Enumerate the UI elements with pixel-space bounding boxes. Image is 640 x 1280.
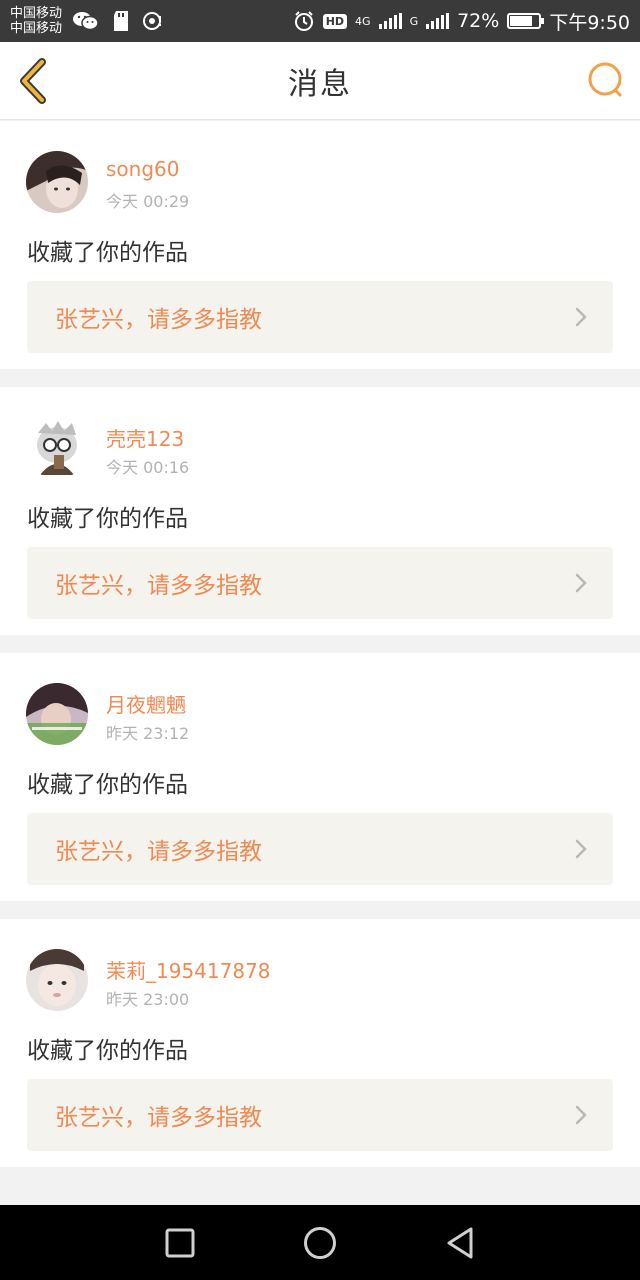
timestamp: 昨天 23:12 xyxy=(106,724,190,743)
avatar[interactable] xyxy=(26,683,88,745)
app-header: 消息 xyxy=(0,42,640,120)
back-nav-button[interactable] xyxy=(440,1223,480,1263)
network-4g: 4G xyxy=(355,14,371,28)
wechat-icon xyxy=(73,12,99,31)
timestamp: 昨天 23:00 xyxy=(106,990,190,1009)
username[interactable]: 茉莉_195417878 xyxy=(106,955,271,984)
chevron-right-icon xyxy=(575,307,587,327)
battery-icon xyxy=(507,13,545,29)
page-title: 消息 xyxy=(288,66,352,102)
back-button[interactable] xyxy=(14,56,58,106)
work-title: 张艺兴，请多多指教 xyxy=(55,307,262,333)
avatar[interactable] xyxy=(26,417,88,479)
carrier-2: 中国移动 xyxy=(10,21,63,36)
action-text: 收藏了你的作品 xyxy=(27,1038,188,1064)
username[interactable]: 月夜魍魉 xyxy=(106,689,186,718)
chevron-right-icon xyxy=(575,839,587,859)
avatar[interactable] xyxy=(26,151,88,213)
message-card: 壳壳123 今天 00:16 收藏了你的作品 张艺兴，请多多指教 xyxy=(0,387,640,635)
username[interactable]: 壳壳123 xyxy=(106,423,184,452)
circle-icon xyxy=(304,1226,336,1259)
work-title: 张艺兴，请多多指教 xyxy=(55,839,262,865)
message-card: 茉莉_195417878 昨天 23:00 收藏了你的作品 张艺兴，请多多指教 xyxy=(0,919,640,1167)
carrier-info: 中国移动 中国移动 xyxy=(10,6,62,36)
home-button[interactable] xyxy=(300,1223,340,1263)
action-text: 收藏了你的作品 xyxy=(27,506,188,532)
work-link[interactable]: 张艺兴，请多多指教 xyxy=(27,547,613,619)
work-link[interactable]: 张艺兴，请多多指教 xyxy=(27,813,613,885)
message-card: song60 今天 00:29 收藏了你的作品 张艺兴，请多多指教 xyxy=(0,121,640,369)
message-list: song60 今天 00:29 收藏了你的作品 张艺兴，请多多指教 壳壳123 … xyxy=(0,121,640,1185)
hd-badge: HD xyxy=(322,13,348,29)
username[interactable]: song60 xyxy=(106,157,179,181)
timestamp: 今天 00:16 xyxy=(106,458,190,477)
timestamp: 今天 00:29 xyxy=(106,192,190,211)
chevron-right-icon xyxy=(575,573,587,593)
recent-apps-button[interactable] xyxy=(160,1223,200,1263)
network-g: G xyxy=(409,14,419,28)
work-title: 张艺兴，请多多指教 xyxy=(55,1105,262,1131)
search-icon xyxy=(588,62,622,97)
battery-percent: 72% xyxy=(457,10,500,32)
message-card: 月夜魍魉 昨天 23:12 收藏了你的作品 张艺兴，请多多指教 xyxy=(0,653,640,901)
work-title: 张艺兴，请多多指教 xyxy=(55,573,262,599)
action-text: 收藏了你的作品 xyxy=(27,240,188,266)
chevron-left-icon xyxy=(20,58,46,104)
carrier-1: 中国移动 xyxy=(10,6,63,21)
action-text: 收藏了你的作品 xyxy=(27,772,188,798)
avatar[interactable] xyxy=(26,949,88,1011)
signal-icon xyxy=(378,13,402,29)
work-link[interactable]: 张艺兴，请多多指教 xyxy=(27,1079,613,1151)
triangle-back-icon xyxy=(447,1227,473,1258)
clock: 下午9:50 xyxy=(549,11,630,34)
chevron-right-icon xyxy=(575,1105,587,1125)
status-bar: 中国移动 中国移动 HD 4G G 72% 下午9:50 xyxy=(0,0,640,42)
signal-2-icon xyxy=(426,13,450,29)
search-button[interactable] xyxy=(586,60,626,100)
work-link[interactable]: 张艺兴，请多多指教 xyxy=(27,281,613,353)
alarm-icon xyxy=(294,11,313,31)
square-icon xyxy=(165,1228,195,1257)
sd-card-icon xyxy=(114,11,129,31)
hotspot-icon xyxy=(143,12,162,30)
navigation-bar xyxy=(0,1205,640,1280)
